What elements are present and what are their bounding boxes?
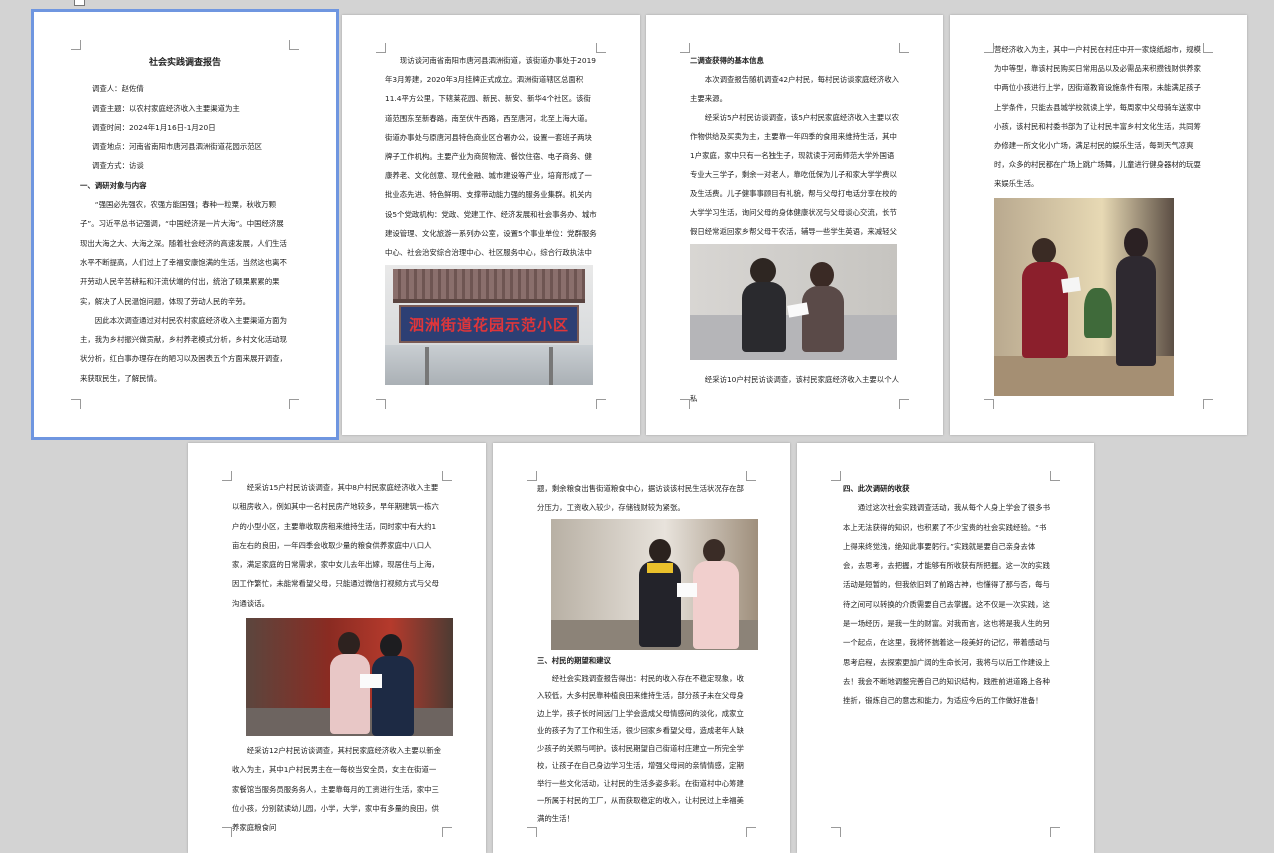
visit-photo: [994, 198, 1174, 396]
margin-mark: [984, 399, 994, 409]
margin-mark: [984, 43, 994, 53]
paragraph: 经采访10户村民访谈调查，该村民家庭经济收入主要以个人私: [690, 375, 899, 403]
paragraph: 经采访5户村民访谈调查，该5户村民家庭经济收入主要以农作物供给及买卖为主，主要靠…: [690, 113, 899, 255]
section-heading: 一、调研对象与内容: [80, 180, 147, 190]
margin-mark: [746, 827, 756, 837]
doorway-photo: [246, 618, 453, 736]
sign-text: 泗洲街道花园示范小区: [408, 315, 569, 334]
document-page-5[interactable]: 经采访15户村民访谈调查，其中8户村民家庭经济收入主要以租房收入，例如其中一名村…: [188, 443, 486, 853]
paragraph: 因此本次调查通过对村民农村家庭经济收入主要渠道方面为主，我为乡村振兴做贡献，乡村…: [80, 315, 287, 383]
paragraph: 经采访12户村民访谈调查，其村民家庭经济收入主要以新金收入为主，其中1户村民男主…: [232, 746, 441, 833]
paragraph: 现访谈河南省南阳市唐河县泗洲街道，该街道办事处于2019年3月筹建，2020年3…: [385, 56, 597, 276]
paragraph: 经社会实践调查报告得出：村民的收入存在不稳定现象，收入较低，大多村民靠种植良田来…: [537, 673, 744, 823]
section-heading: 四、此次调研的收获: [843, 484, 910, 493]
margin-mark: [596, 43, 606, 53]
section-heading: 三、村民的期望和建议: [537, 656, 611, 665]
page-select-checkbox[interactable]: [74, 0, 85, 6]
section-heading: 二调查获得的基本信息: [690, 56, 764, 65]
margin-mark: [746, 471, 756, 481]
alley-photo: [551, 519, 758, 650]
paragraph: 营经济收入为主，其中一户村民在村庄中开一家烧纸超市，规模为中等型，靠该村民购买日…: [994, 45, 1201, 189]
margin-mark: [680, 399, 690, 409]
document-page-7[interactable]: 四、此次调研的收获 通过这次社会实践调查活动，我从每个人身上学会了很多书本上无法…: [797, 443, 1094, 853]
margin-mark: [442, 827, 452, 837]
margin-mark: [289, 399, 299, 409]
margin-mark: [1203, 43, 1213, 53]
paragraph: “强国必先强农，农强方能国强；春种一粒粟，秋收万颗子”。习近平总书记强调，“中国…: [80, 200, 287, 306]
margin-mark: [899, 43, 909, 53]
document-page-2[interactable]: 现访谈河南省南阳市唐河县泗洲街道，该街道办事处于2019年3月筹建，2020年3…: [342, 15, 640, 435]
paragraph: 通过这次社会实践调查活动，我从每个人身上学会了很多书本上无法获得的知识，也积累了…: [843, 503, 1050, 706]
meta-line: 调查时间：2024年1月16日-1月20日: [92, 122, 216, 132]
margin-mark: [222, 471, 232, 481]
margin-mark: [831, 471, 841, 481]
street-sign-photo: 泗洲街道花园示范小区: [385, 265, 593, 385]
meta-line: 调查人：赵佐倩: [92, 84, 144, 94]
margin-mark: [1203, 399, 1213, 409]
meta-line: 调查地点：河南省南阳市唐河县泗洲街道花园示范区: [92, 142, 262, 152]
document-page-3[interactable]: 二调查获得的基本信息 本次调查报告随机调查42户村民，每村民访谈家庭经济收入主要…: [646, 15, 943, 435]
margin-mark: [289, 40, 299, 50]
paragraph: 经采访15户村民访谈调查，其中8户村民家庭经济收入主要以租房收入，例如其中一名村…: [232, 483, 439, 608]
margin-mark: [222, 827, 232, 837]
margin-mark: [1050, 827, 1060, 837]
paragraph: 题，剩余粮食出售街道粮食中心，据访谈该村民生活状况存在部分压力，工资收入较少，存…: [537, 484, 744, 513]
page-title: 社会实践调查报告: [148, 58, 221, 68]
document-page-4[interactable]: 营经济收入为主，其中一户村民在村庄中开一家烧纸超市，规模为中等型，靠该村民购买日…: [950, 15, 1247, 435]
margin-mark: [899, 399, 909, 409]
margin-mark: [71, 40, 81, 50]
margin-mark: [1050, 471, 1060, 481]
margin-mark: [831, 827, 841, 837]
margin-mark: [442, 471, 452, 481]
paragraph: 本次调查报告随机调查42户村民，每村民访谈家庭经济收入主要来源。: [690, 75, 899, 103]
meta-line: 调查主题：以农村家庭经济收入主要渠道为主: [92, 103, 240, 113]
document-page-6[interactable]: 题，剩余粮食出售街道粮食中心，据访谈该村民生活状况存在部分压力，工资收入较少，存…: [493, 443, 790, 853]
margin-mark: [680, 43, 690, 53]
document-page-1[interactable]: 社会实践调查报告 调查人：赵佐倩 调查主题：以农村家庭经济收入主要渠道为主 调查…: [31, 9, 339, 440]
meta-line: 调查方式：访谈: [92, 161, 144, 171]
margin-mark: [596, 399, 606, 409]
margin-mark: [527, 471, 537, 481]
margin-mark: [527, 827, 537, 837]
interview-photo: [690, 244, 897, 360]
